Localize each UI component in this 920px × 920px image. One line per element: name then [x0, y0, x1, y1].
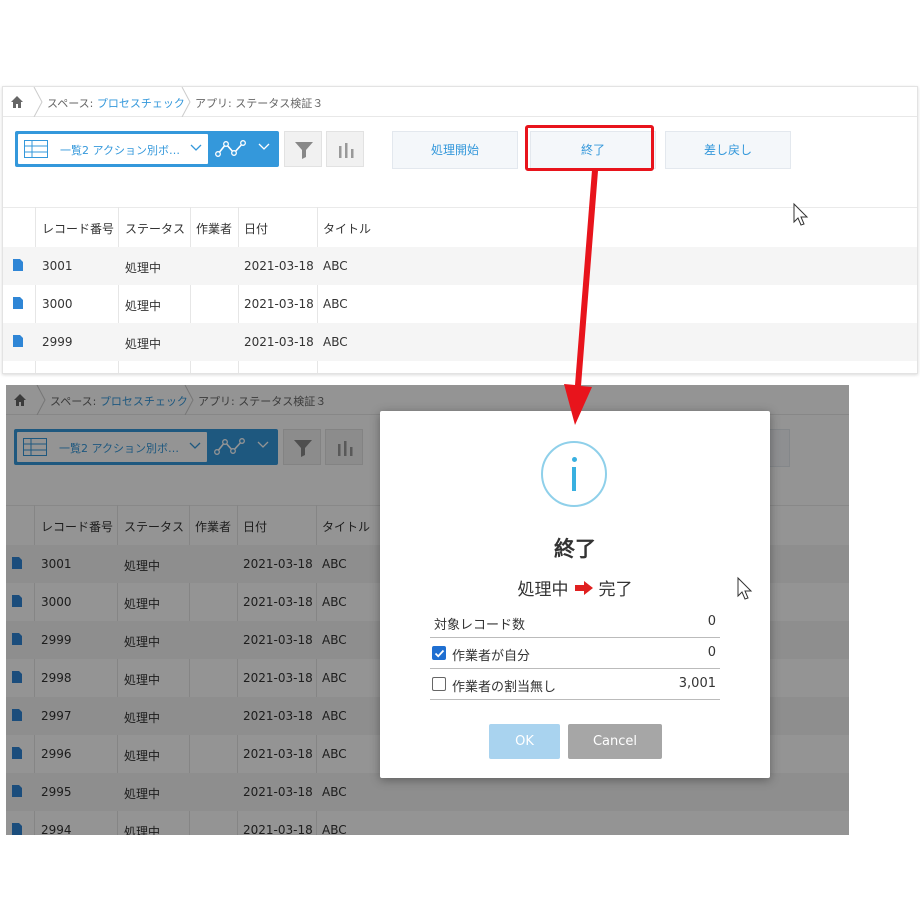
graph-button[interactable] [326, 131, 364, 167]
action-button-start[interactable]: 処理開始 [392, 131, 518, 169]
record-detail-icon[interactable] [13, 259, 23, 271]
breadcrumb-app[interactable]: アプリ: ステータス検証３ [195, 95, 323, 111]
view-dropdown[interactable]: 一覧2 アクション別ボ… [18, 134, 208, 164]
column-header[interactable]: ステータス [125, 220, 185, 237]
check-icon [434, 649, 445, 658]
status-change-dialog: 終了 処理中 完了 対象レコード数 0 作業者が自分 0 作業者の割当無し 3,0… [380, 411, 770, 778]
table-row[interactable] [3, 361, 917, 373]
to-status: 完了 [598, 580, 633, 600]
info-icon [541, 441, 607, 507]
table-row[interactable]: 2999 処理中 2021-03-18 ABC [3, 323, 917, 361]
column-header[interactable]: 日付 [244, 220, 268, 237]
dialog-title: 終了 [554, 537, 596, 561]
record-list-screen: スペース: プロセスチェック アプリ: ステータス検証３ 一覧2 アクション別ボ… [2, 86, 918, 374]
assignee-self-checkbox[interactable] [432, 646, 446, 660]
table-view-icon [24, 140, 48, 158]
column-header[interactable]: レコード番号 [42, 220, 114, 237]
breadcrumb-separator-icon [33, 87, 43, 118]
graph-icon[interactable] [215, 139, 247, 159]
column-header[interactable]: タイトル [323, 220, 371, 237]
unassigned-checkbox[interactable] [432, 677, 446, 691]
table-row[interactable]: 3000 処理中 2021-03-18 ABC [3, 285, 917, 323]
right-arrow-icon [574, 581, 593, 595]
view-selector[interactable]: 一覧2 アクション別ボ… [15, 131, 279, 167]
action-button-sendback[interactable]: 差し戻し [665, 131, 791, 169]
home-icon[interactable] [7, 93, 27, 111]
record-detail-icon[interactable] [13, 335, 23, 347]
column-header[interactable]: 作業者 [196, 220, 232, 237]
status-transition: 処理中 完了 [380, 575, 770, 600]
breadcrumb: スペース: プロセスチェック アプリ: ステータス検証３ [3, 87, 917, 118]
ok-button[interactable]: OK [489, 724, 560, 759]
chevron-down-icon [190, 144, 202, 151]
breadcrumb-space[interactable]: スペース: プロセスチェック [47, 95, 185, 111]
filter-button[interactable] [284, 131, 322, 167]
chevron-down-icon[interactable] [258, 142, 270, 152]
view-name: 一覧2 アクション別ボ… [60, 144, 180, 157]
from-status: 処理中 [517, 580, 569, 600]
target-count-row: 対象レコード数 0 [430, 607, 720, 638]
filter-icon [295, 142, 313, 159]
bar-chart-icon [339, 143, 354, 158]
assignee-self-row[interactable]: 作業者が自分 0 [430, 638, 720, 669]
record-detail-icon[interactable] [13, 297, 23, 309]
breadcrumb-separator-icon [181, 87, 191, 118]
table-row[interactable]: 3001 処理中 2021-03-18 ABC [3, 247, 917, 285]
table-header: レコード番号 ステータス 作業者 日付 タイトル [3, 207, 917, 247]
cancel-button[interactable]: Cancel [568, 724, 662, 759]
unassigned-row[interactable]: 作業者の割当無し 3,001 [430, 669, 720, 700]
highlight-box [525, 125, 654, 171]
